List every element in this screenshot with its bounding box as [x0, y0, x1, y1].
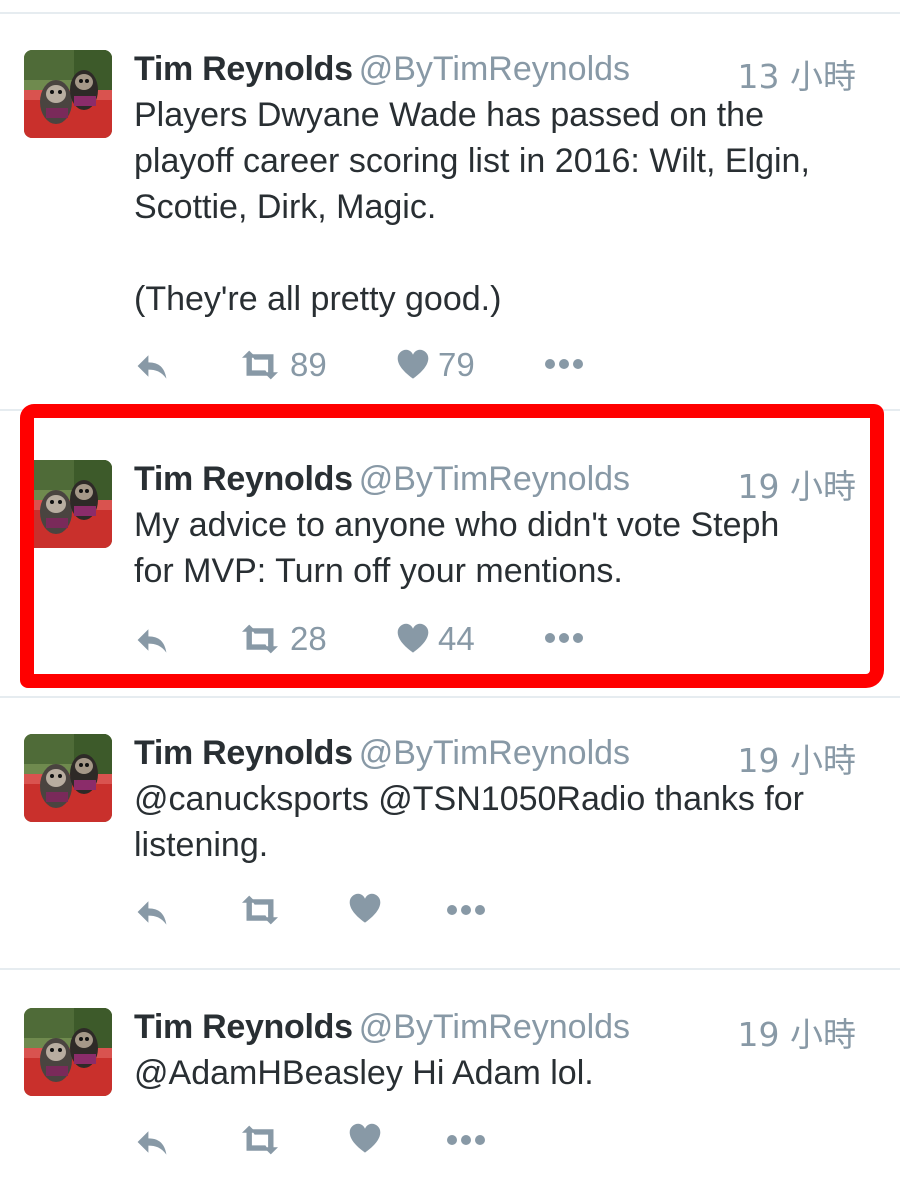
reply-icon [134, 348, 170, 384]
more-icon [446, 1134, 486, 1146]
tweet-text: @canucksports @TSN1050Radio thanks for l… [134, 780, 805, 864]
reply-button[interactable] [134, 1124, 170, 1160]
timestamp[interactable]: 19 小時 [738, 1008, 856, 1056]
tweet-header: Tim Reynolds @ByTimReynolds 19 小時 [134, 460, 884, 506]
like-button[interactable] [348, 892, 382, 926]
timestamp[interactable]: 19 小時 [738, 460, 856, 508]
like-button[interactable]: 44 [396, 620, 475, 658]
author-handle[interactable]: @ByTimReynolds [359, 50, 630, 88]
like-count: 79 [438, 346, 475, 383]
reply-icon [134, 894, 170, 930]
more-icon [544, 358, 584, 370]
like-button[interactable] [348, 1122, 382, 1156]
tweet-text: My advice to anyone who didn't vote Step… [134, 506, 780, 590]
author-name[interactable]: Tim Reynolds [134, 1008, 353, 1046]
tweet-3[interactable]: Tim Reynolds @ByTimReynolds 19 小時 @canuck… [0, 698, 900, 970]
tweet-header: Tim Reynolds @ByTimReynolds 19 小時 [134, 734, 884, 780]
retweet-icon [238, 347, 282, 383]
author-name[interactable]: Tim Reynolds [134, 460, 353, 498]
reply-icon [134, 622, 170, 658]
author-name[interactable]: Tim Reynolds [134, 734, 353, 772]
tweet-1[interactable]: Tim Reynolds @ByTimReynolds 13 小時 Players… [0, 14, 900, 411]
more-button[interactable] [446, 1134, 486, 1146]
reply-button[interactable] [134, 894, 170, 930]
like-icon [396, 622, 430, 656]
more-button[interactable] [544, 358, 584, 370]
timestamp[interactable]: 13 小時 [738, 50, 856, 98]
tweet-text: Players Dwyane Wade has passed on the pl… [134, 96, 810, 318]
reply-icon [134, 1124, 170, 1160]
author-handle[interactable]: @ByTimReynolds [359, 734, 630, 772]
author-handle[interactable]: @ByTimReynolds [359, 1008, 630, 1046]
retweet-icon [238, 892, 282, 928]
avatar[interactable] [24, 1008, 112, 1096]
timestamp[interactable]: 19 小時 [738, 734, 856, 782]
avatar[interactable] [24, 734, 112, 822]
more-icon [446, 904, 486, 916]
tweet-text: @AdamHBeasley Hi Adam lol. [134, 1054, 594, 1092]
like-icon [348, 1122, 382, 1156]
more-button[interactable] [446, 904, 486, 916]
retweet-button[interactable]: 89 [238, 346, 327, 384]
tweet-actions: 89 79 [134, 346, 634, 386]
reply-button[interactable] [134, 348, 170, 384]
author-handle[interactable]: @ByTimReynolds [359, 460, 630, 498]
tweet-actions: 28 44 [134, 620, 634, 660]
more-button[interactable] [544, 632, 584, 644]
retweet-button[interactable] [238, 892, 282, 928]
more-icon [544, 632, 584, 644]
author-name[interactable]: Tim Reynolds [134, 50, 353, 88]
reply-button[interactable] [134, 622, 170, 658]
tweet-2[interactable]: Tim Reynolds @ByTimReynolds 19 小時 My advi… [0, 424, 900, 698]
tweet-actions [134, 1122, 634, 1162]
like-icon [348, 892, 382, 926]
tweet-header: Tim Reynolds @ByTimReynolds 13 小時 [134, 50, 884, 96]
like-icon [396, 348, 430, 382]
like-button[interactable]: 79 [396, 346, 475, 384]
retweet-icon [238, 621, 282, 657]
tweet-header: Tim Reynolds @ByTimReynolds 19 小時 [134, 1008, 884, 1054]
avatar[interactable] [24, 460, 112, 548]
retweet-count: 28 [290, 620, 327, 657]
tweet-actions [134, 892, 634, 932]
avatar[interactable] [24, 50, 112, 138]
retweet-count: 89 [290, 346, 327, 383]
tweet-4[interactable]: Tim Reynolds @ByTimReynolds 19 小時 @AdamHB… [0, 970, 900, 1198]
like-count: 44 [438, 620, 475, 657]
retweet-icon [238, 1122, 282, 1158]
retweet-button[interactable] [238, 1122, 282, 1158]
retweet-button[interactable]: 28 [238, 620, 327, 658]
